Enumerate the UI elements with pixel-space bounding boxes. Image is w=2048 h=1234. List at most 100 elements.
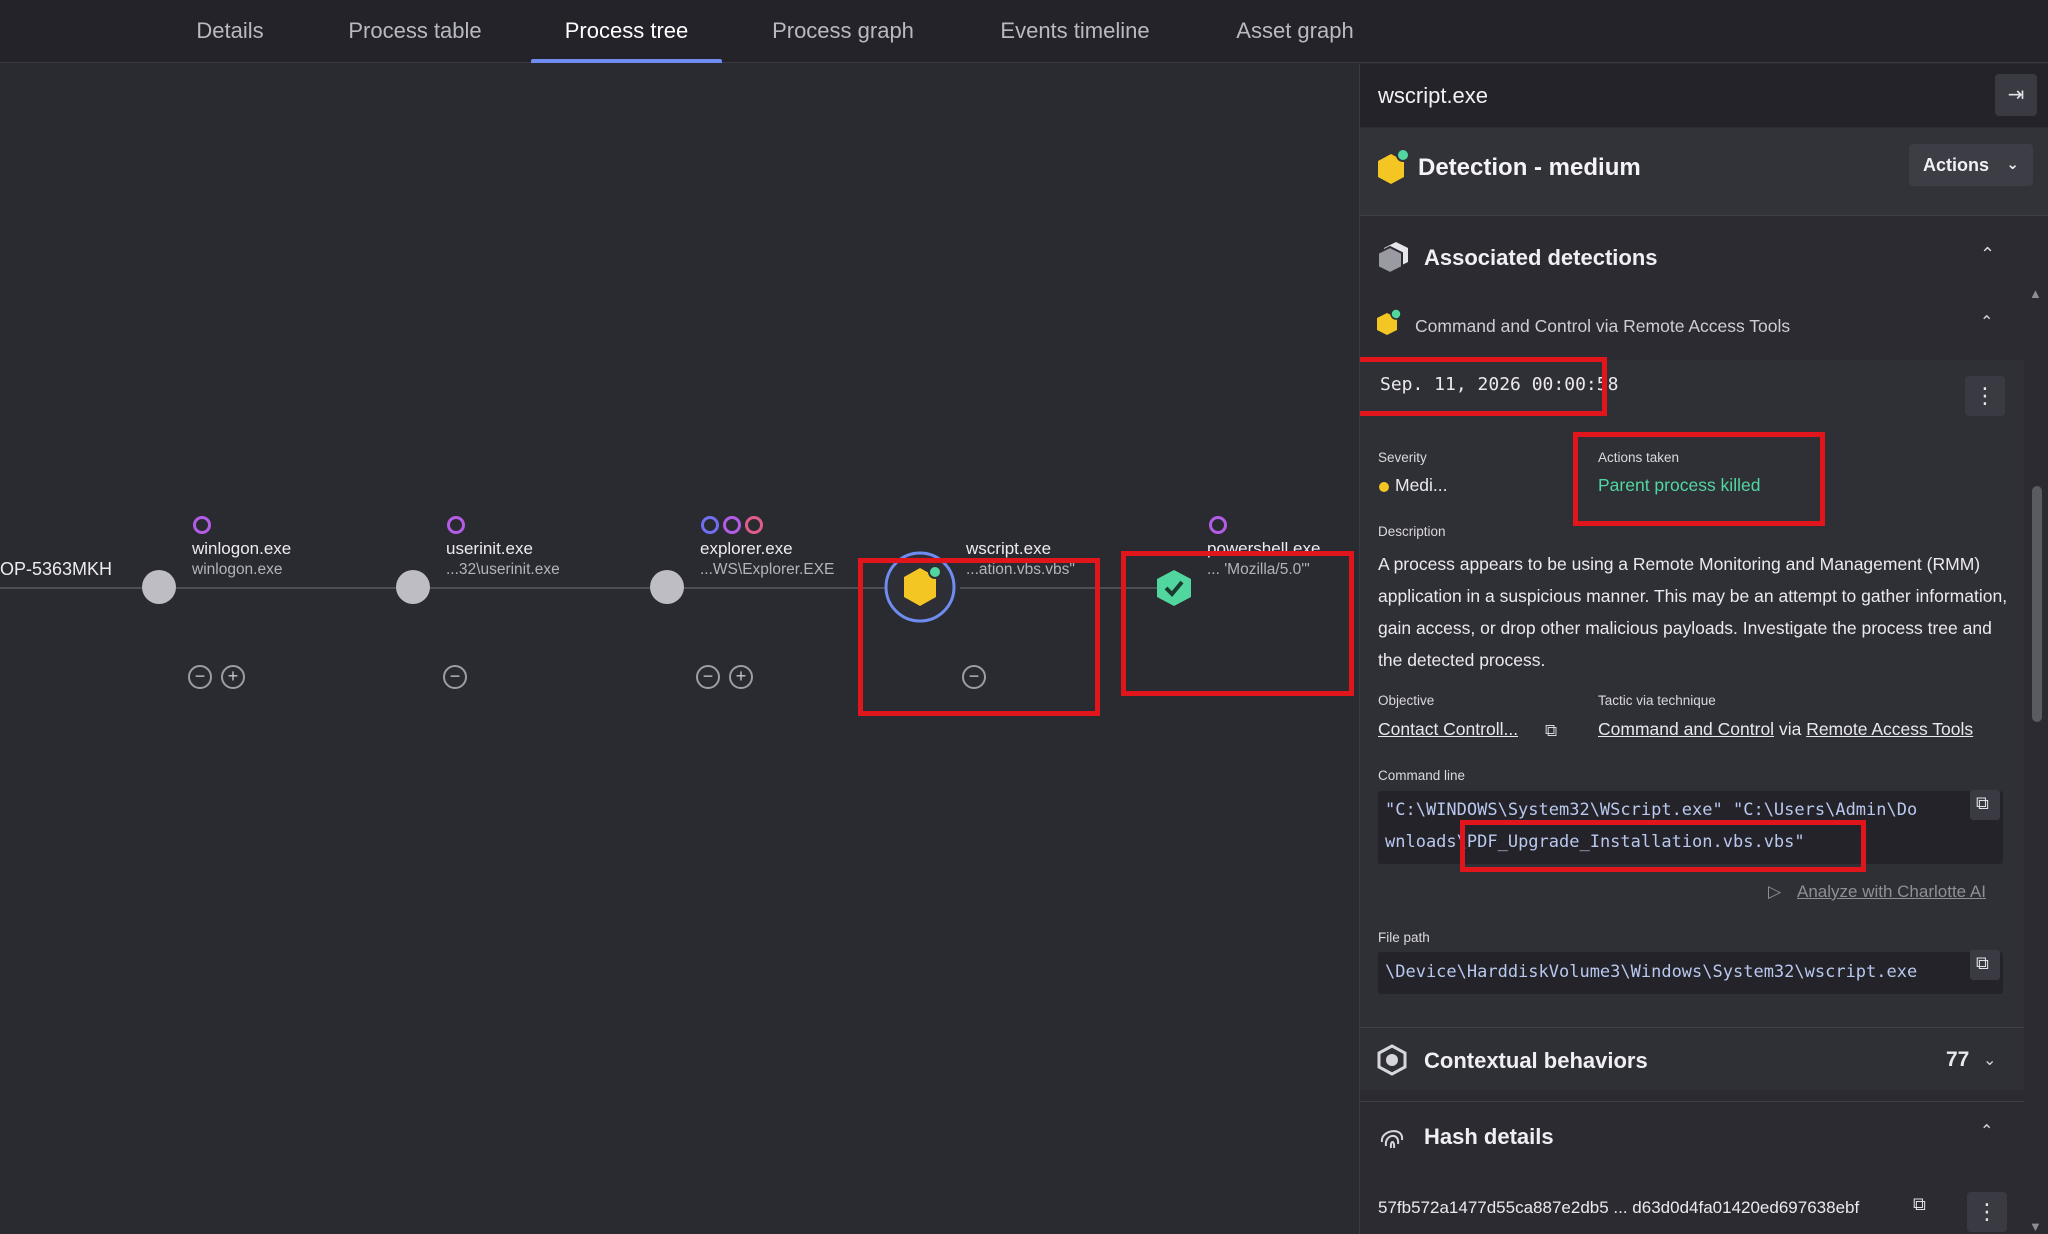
tab-process-graph[interactable]: Process graph (760, 0, 926, 63)
scroll-thumb[interactable] (2032, 486, 2042, 722)
copy-icon[interactable]: ⧉ (1970, 950, 2000, 980)
fingerprint-icon (1380, 1130, 1404, 1149)
chevron-up-icon[interactable]: ⌃ (1980, 1121, 1993, 1141)
scroll-down-icon[interactable]: ▼ (2029, 1219, 2042, 1234)
panel-scrollbar[interactable]: ▲ ▼ (2027, 224, 2045, 1234)
highlight-box (1360, 357, 1607, 416)
collapse-icon[interactable]: − (443, 665, 467, 689)
process-subtitle: ...WS\Explorer.EXE (700, 561, 835, 578)
technique-link[interactable]: Remote Access Tools (1806, 719, 1973, 739)
collapse-icon[interactable]: − (188, 665, 212, 689)
tab-bar: Details Process table Process tree Proce… (0, 0, 2048, 63)
more-options-icon[interactable]: ⋮ (1965, 376, 2005, 416)
objective-link[interactable]: Contact Controll... (1378, 719, 1518, 740)
process-tree-canvas[interactable]: OP-5363MKH winlogon.exe winlogon.exe − +… (0, 64, 1358, 1234)
process-name: winlogon.exe (192, 539, 292, 558)
divider (1360, 1027, 2024, 1028)
tab-asset-graph[interactable]: Asset graph (1222, 0, 1368, 63)
chevron-down-icon[interactable]: ⌄ (1983, 1050, 1996, 1070)
analyze-with-charlotte-ai-link[interactable]: Analyze with Charlotte AI (1797, 882, 1986, 902)
file-path-text: \Device\HarddiskVolume3\Windows\System32… (1385, 962, 1918, 982)
actions-label: Actions (1923, 155, 1990, 175)
chevron-up-icon[interactable]: ⌃ (1980, 312, 1993, 332)
analyze-ai-icon: ▷ (1768, 882, 1782, 901)
panel-title: wscript.exe (1378, 83, 1489, 108)
target-icon (723, 516, 741, 534)
detection-medium-icon (1377, 308, 1402, 335)
process-node-explorer[interactable] (650, 570, 684, 604)
more-options-icon[interactable]: ⋮ (1967, 1192, 2007, 1232)
target-icon (193, 516, 211, 534)
process-name: userinit.exe (446, 539, 533, 558)
network-icon (745, 516, 763, 534)
chevron-down-icon: ⌄ (2006, 156, 2019, 173)
via-text: via (1778, 719, 1802, 739)
process-name: explorer.exe (700, 539, 793, 558)
expand-icon[interactable]: + (729, 665, 753, 689)
external-link-icon[interactable]: ⧉ (1545, 721, 1557, 741)
tactic-technique: Command and Control via Remote Access To… (1598, 719, 1973, 740)
associated-detections-title: Associated detections (1424, 245, 1658, 270)
tab-label: Process graph (772, 18, 914, 43)
copy-icon[interactable]: ⧉ (1970, 790, 2000, 820)
details-panel: wscript.exe ⇥ Detection - medium Actions… (1359, 64, 2048, 1234)
hash-details-title[interactable]: Hash details (1424, 1124, 1824, 1150)
detection-header: Detection - medium Actions ⌄ (1360, 128, 2048, 216)
tab-label: Asset graph (1236, 18, 1354, 43)
contextual-behaviors-count: 77 (1946, 1048, 1970, 1071)
description-label: Description (1378, 524, 1446, 539)
behavior-icon (1377, 1044, 1407, 1076)
shield-icon (701, 516, 719, 534)
detection-medium-icon (1378, 148, 1410, 184)
detection-name[interactable]: Command and Control via Remote Access To… (1415, 316, 1790, 337)
collapse-panel-button[interactable]: ⇥ (1995, 74, 2037, 116)
collapse-icon[interactable]: − (696, 665, 720, 689)
detection-title: Detection - medium (1418, 154, 1641, 181)
tab-label: Events timeline (1000, 18, 1150, 43)
process-node-winlogon[interactable] (142, 570, 176, 604)
tab-events-timeline[interactable]: Events timeline (986, 0, 1164, 63)
target-icon (447, 516, 465, 534)
process-name: wscript.exe (966, 539, 1052, 558)
contextual-behaviors-title[interactable]: Contextual behaviors (1424, 1048, 1824, 1074)
tree-edge (0, 587, 885, 589)
command-line-label: Command line (1378, 768, 1466, 783)
file-path-box[interactable]: \Device\HarddiskVolume3\Windows\System32… (1378, 952, 2003, 994)
copy-icon[interactable]: ⧉ (1913, 1194, 1926, 1215)
actions-button[interactable]: Actions ⌄ (1909, 144, 2033, 186)
host-label: OP-5363MKH (0, 559, 113, 579)
tactic-label: Tactic via technique (1598, 693, 1716, 708)
severity-label: Severity (1378, 450, 1427, 465)
process-subtitle: winlogon.exe (192, 561, 283, 578)
panel-header: wscript.exe ⇥ (1360, 64, 2048, 127)
tab-details[interactable]: Details (180, 0, 280, 63)
severity-value: Medi... (1395, 475, 1448, 495)
process-node-userinit[interactable] (396, 570, 430, 604)
tab-label: Process tree (564, 18, 689, 43)
tactic-link[interactable]: Command and Control (1598, 719, 1774, 739)
highlight-box (858, 558, 1100, 716)
layers-icon (1377, 242, 1408, 274)
tab-process-table[interactable]: Process table (335, 0, 495, 63)
highlight-box (1573, 432, 1825, 526)
command-line-text: "C:\WINDOWS\System32\WScript.exe" "C:\Us… (1385, 800, 1918, 820)
scroll-up-icon[interactable]: ▲ (2029, 286, 2042, 301)
highlight-box (1460, 820, 1866, 872)
expand-icon[interactable]: + (221, 665, 245, 689)
process-subtitle: ...32\userinit.exe (446, 561, 560, 578)
description-text: A process appears to be using a Remote M… (1378, 554, 2008, 670)
file-path-label: File path (1378, 930, 1430, 945)
tab-label: Process table (348, 18, 482, 43)
panel-collapse-icon: ⇥ (2007, 84, 2025, 106)
command-line-prefix: wnloads\ (1385, 832, 1467, 852)
tab-label: Details (196, 18, 264, 43)
active-tab-indicator (531, 59, 722, 63)
hash-value: 57fb572a1477d55ca887e2db5 ... d63d0d4fa0… (1378, 1198, 1860, 1217)
target-icon (1209, 516, 1227, 534)
severity-dot (1379, 482, 1389, 492)
divider (1360, 1101, 2024, 1102)
tab-process-tree[interactable]: Process tree (531, 0, 722, 63)
objective-label: Objective (1378, 693, 1435, 708)
highlight-box (1121, 551, 1354, 696)
chevron-up-icon[interactable]: ⌃ (1980, 244, 1995, 265)
